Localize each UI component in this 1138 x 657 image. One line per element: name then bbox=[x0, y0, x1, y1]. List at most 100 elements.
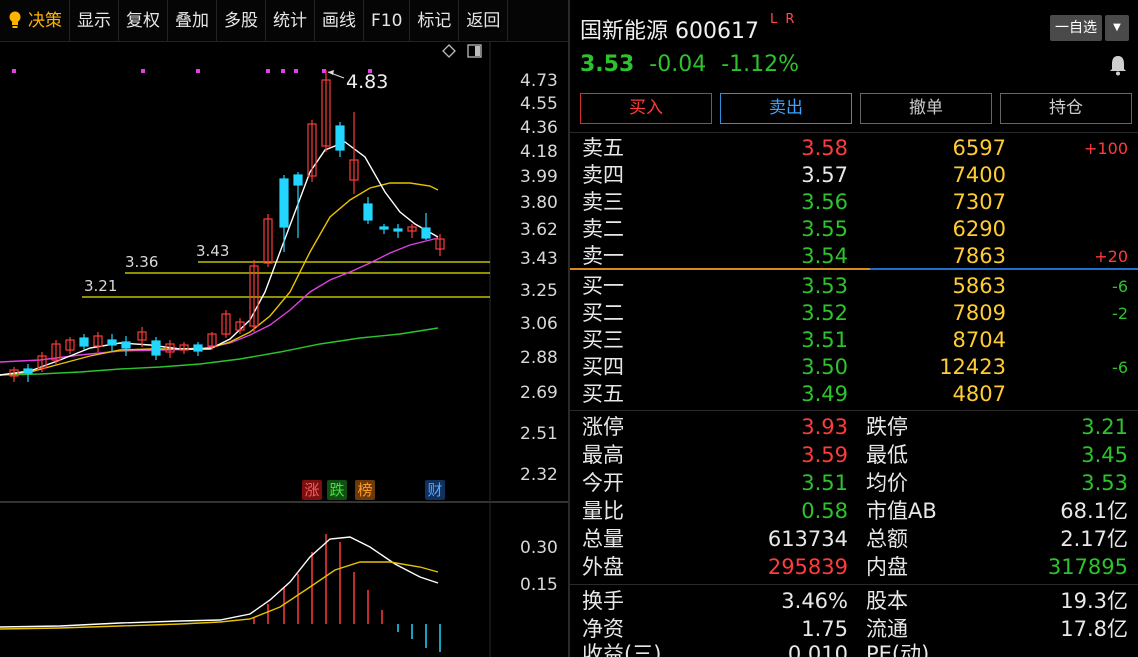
price-tick: 3.25 bbox=[520, 281, 558, 301]
ask-label: 卖五 bbox=[582, 136, 624, 160]
toolbar-back-button[interactable]: 返回 bbox=[459, 0, 509, 42]
indicator-tick: 0.15 bbox=[520, 575, 558, 595]
divider bbox=[570, 132, 1138, 133]
bid-label: 买二 bbox=[582, 301, 624, 325]
stat-row: 净资 1.75 流通 17.8亿 bbox=[570, 615, 1138, 643]
stat-value: 3.45 bbox=[1081, 443, 1128, 467]
price-tick: 3.06 bbox=[520, 314, 558, 334]
stat-label: 均价 bbox=[866, 471, 908, 495]
stat-row: 涨停 3.93 跌停 3.21 bbox=[570, 413, 1138, 441]
price-tick: 3.99 bbox=[520, 167, 558, 187]
stock-title: 国新能源 600617 bbox=[580, 13, 759, 45]
watchlist-dropdown-button[interactable]: ▼ bbox=[1105, 15, 1129, 41]
price-change-pct: -1.12% bbox=[721, 52, 800, 77]
price-tick: 4.73 bbox=[520, 71, 558, 91]
stat-label: 总额 bbox=[866, 527, 908, 551]
ask-row-2[interactable]: 卖二 3.55 6290 bbox=[570, 216, 1138, 243]
stat-label: 内盘 bbox=[866, 555, 908, 579]
tag-limit-up[interactable]: 涨 bbox=[302, 480, 322, 500]
lightbulb-icon bbox=[9, 11, 21, 28]
stat-label: 涨停 bbox=[582, 415, 624, 439]
stat-row: 换手 3.46% 股本 19.3亿 bbox=[570, 587, 1138, 615]
cancel-order-button[interactable]: 撤单 bbox=[860, 93, 992, 124]
panel-toggle-icon[interactable] bbox=[467, 44, 482, 58]
ask-row-1[interactable]: 卖一 3.54 7863 +20 bbox=[570, 243, 1138, 270]
stat-label: 总量 bbox=[582, 527, 624, 551]
bell-icon[interactable] bbox=[1108, 54, 1128, 76]
stat-value: 0.58 bbox=[801, 499, 848, 523]
ask-price: 3.54 bbox=[801, 244, 848, 268]
orderbook-midline-blue bbox=[870, 268, 1138, 270]
toolbar-f10-button[interactable]: F10 bbox=[364, 0, 411, 42]
toolbar-overlay-button[interactable]: 叠加 bbox=[168, 0, 217, 42]
bid-price: 3.52 bbox=[801, 301, 848, 325]
price-tick: 3.62 bbox=[520, 220, 558, 240]
stat-row: 最高 3.59 最低 3.45 bbox=[570, 441, 1138, 469]
ask-label: 卖二 bbox=[582, 217, 624, 241]
bid-price: 3.51 bbox=[801, 328, 848, 352]
indicator-tick: 0.30 bbox=[520, 538, 558, 558]
ma60-line bbox=[0, 327, 439, 376]
bid-row-3[interactable]: 买三 3.51 8704 bbox=[570, 327, 1138, 354]
high-price-label: 4.83 bbox=[346, 71, 388, 93]
stat-value: 317895 bbox=[1047, 555, 1128, 579]
bid-row-4[interactable]: 买四 3.50 12423 -6 bbox=[570, 354, 1138, 381]
ask-price: 3.58 bbox=[801, 136, 848, 160]
kline-canvas[interactable]: 3.43 3.36 3.21 4.83 4.73 4.55 4.36 4.18 … bbox=[0, 42, 568, 657]
stat-value: 3.53 bbox=[1081, 471, 1128, 495]
bid-row-2[interactable]: 买二 3.52 7809 -2 bbox=[570, 300, 1138, 327]
tag-finance[interactable]: 财 bbox=[425, 480, 445, 500]
ask-change: +20 bbox=[1094, 247, 1128, 266]
toolbar-decision-button[interactable]: 决策 bbox=[0, 0, 70, 42]
stat-label: 最高 bbox=[582, 443, 624, 467]
price-tick: 4.18 bbox=[520, 142, 558, 162]
bid-label: 买一 bbox=[582, 274, 624, 298]
ask-label: 卖一 bbox=[582, 244, 624, 268]
stat-label: 股本 bbox=[866, 589, 908, 613]
tag-limit-down[interactable]: 跌 bbox=[327, 480, 347, 500]
ask-price: 3.57 bbox=[801, 163, 848, 187]
line-label-321: 3.21 bbox=[84, 277, 117, 295]
toolbar-stats-button[interactable]: 统计 bbox=[266, 0, 315, 42]
stat-value: 3.59 bbox=[801, 443, 848, 467]
ask-label: 卖三 bbox=[582, 190, 624, 214]
stat-label: 今开 bbox=[582, 471, 624, 495]
ask-row-4[interactable]: 卖四 3.57 7400 bbox=[570, 162, 1138, 189]
sell-button[interactable]: 卖出 bbox=[720, 93, 852, 124]
candlesticks[interactable] bbox=[9, 70, 445, 382]
watchlist-button[interactable]: 一自选 bbox=[1050, 15, 1102, 41]
stat-label: 流通 bbox=[866, 617, 908, 641]
toolbar-multistock-button[interactable]: 多股 bbox=[217, 0, 266, 42]
macd-bars bbox=[253, 534, 441, 652]
quote-panel: 国新能源 600617 L R 一自选 ▼ 3.53 -0.04 -1.12% … bbox=[568, 0, 1138, 657]
toolbar-drawline-button[interactable]: 画线 bbox=[315, 0, 364, 42]
ask-label: 卖四 bbox=[582, 163, 624, 187]
ask-row-5[interactable]: 卖五 3.58 6597 +100 bbox=[570, 135, 1138, 162]
buy-button[interactable]: 买入 bbox=[580, 93, 712, 124]
stat-label: 收益(三) bbox=[582, 642, 662, 657]
ask-price: 3.55 bbox=[801, 217, 848, 241]
kline-chart-panel[interactable]: 决策 显示 复权 叠加 多股 统计 画线 F10 标记 返回 3.43 3.36… bbox=[0, 0, 568, 657]
stat-label: 跌停 bbox=[866, 415, 908, 439]
stock-code: 600617 bbox=[675, 19, 759, 44]
bid-row-1[interactable]: 买一 3.53 5863 -6 bbox=[570, 273, 1138, 300]
stat-value: 3.21 bbox=[1081, 415, 1128, 439]
tag-ranking[interactable]: 榜 bbox=[355, 480, 375, 500]
stat-row: 外盘 295839 内盘 317895 bbox=[570, 553, 1138, 581]
divider bbox=[570, 410, 1138, 411]
stat-label: 最低 bbox=[866, 443, 908, 467]
divider bbox=[570, 584, 1138, 585]
ask-change: +100 bbox=[1084, 139, 1128, 158]
toolbar-adjust-button[interactable]: 复权 bbox=[119, 0, 168, 42]
price-tick: 2.32 bbox=[520, 465, 558, 485]
line-label-336: 3.36 bbox=[125, 253, 158, 271]
price-summary: 3.53 -0.04 -1.12% bbox=[580, 52, 807, 77]
toolbar-display-button[interactable]: 显示 bbox=[70, 0, 119, 42]
positions-button[interactable]: 持仓 bbox=[1000, 93, 1132, 124]
toolbar-mark-button[interactable]: 标记 bbox=[410, 0, 460, 42]
ask-row-3[interactable]: 卖三 3.56 7307 bbox=[570, 189, 1138, 216]
bid-volume: 5863 bbox=[952, 274, 1006, 298]
diamond-icon[interactable] bbox=[442, 44, 456, 58]
bid-price: 3.50 bbox=[801, 355, 848, 379]
bid-row-5[interactable]: 买五 3.49 4807 bbox=[570, 381, 1138, 408]
